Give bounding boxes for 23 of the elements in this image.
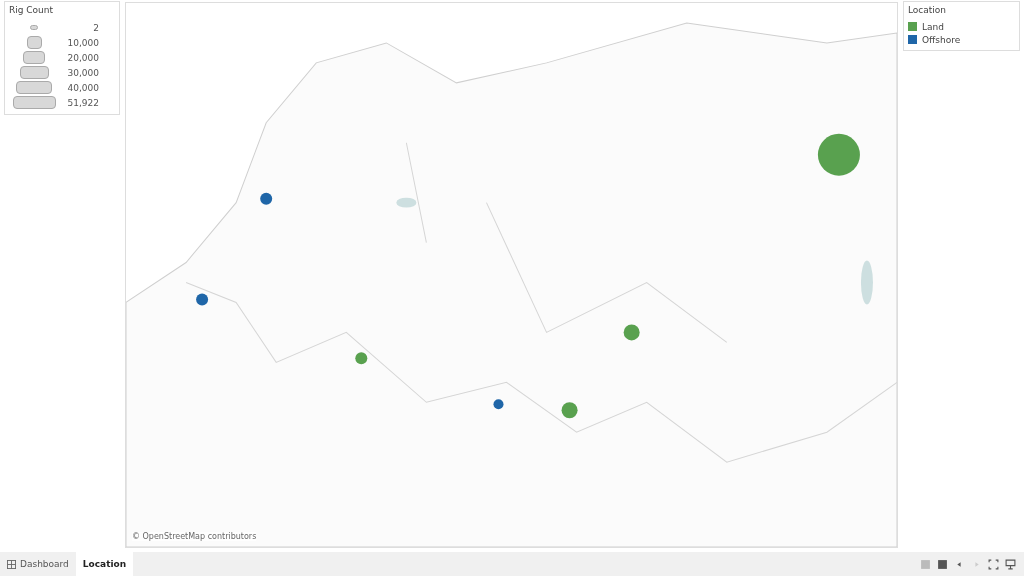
size-swatch-icon (12, 96, 56, 109)
legend-value: 51,922 (66, 97, 100, 108)
presentation-icon[interactable] (1005, 558, 1016, 570)
size-swatch-icon (19, 66, 49, 79)
fullscreen-icon[interactable] (988, 558, 999, 570)
sheet-tab[interactable]: Location (75, 552, 134, 576)
size-swatch-icon (16, 81, 52, 94)
size-swatch-icon (26, 36, 42, 49)
legend-value: 30,000 (66, 67, 100, 78)
legend-label: Offshore (922, 34, 961, 45)
legend-value: 2 (92, 22, 100, 33)
sheet-tab[interactable]: Dashboard (0, 552, 76, 576)
grid-icon (7, 559, 16, 569)
legend-value: 10,000 (66, 37, 100, 48)
square-icon[interactable] (937, 558, 948, 570)
legend-title: Rig Count (9, 5, 55, 15)
legend-value: 40,000 (66, 82, 100, 93)
map-attribution: © OpenStreetMap contributors (132, 532, 257, 541)
size-swatch-icon (23, 51, 45, 64)
legend-label: Land (922, 21, 944, 32)
legend-value: 20,000 (66, 52, 100, 63)
legend-title: Location (908, 5, 948, 15)
size-swatch-icon (30, 25, 38, 30)
